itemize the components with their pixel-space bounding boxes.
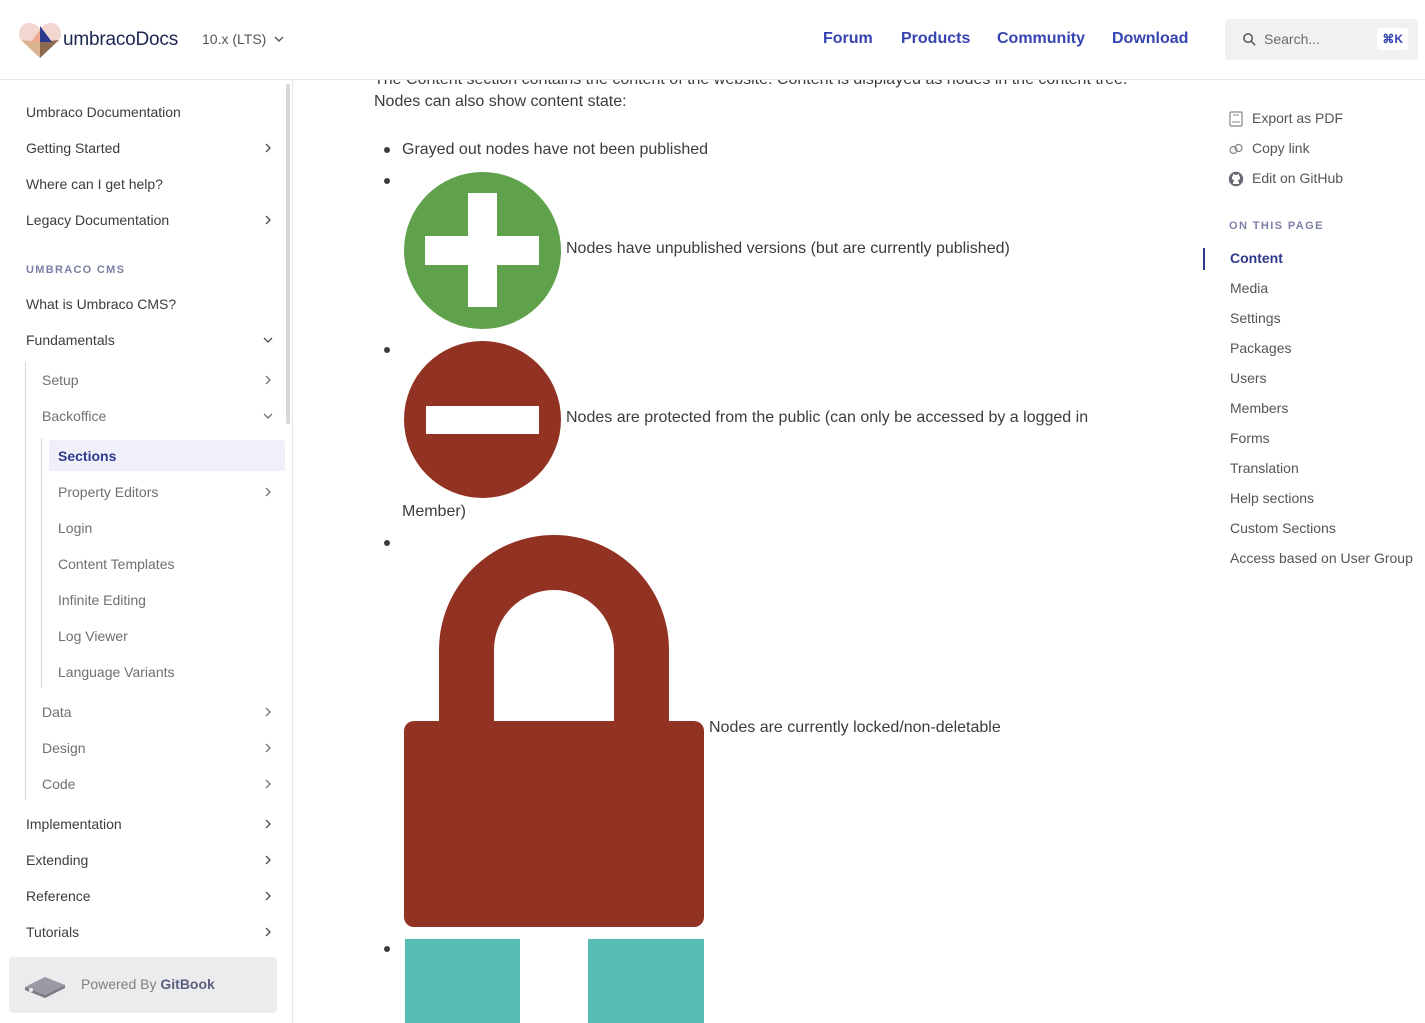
main-content: The Content section contains the content… <box>294 80 1194 1023</box>
powered-by-text: Powered By GitBook <box>81 976 215 992</box>
sidebar-item-design[interactable]: Design <box>42 740 86 756</box>
chevron-right-icon[interactable] <box>263 819 273 829</box>
powered-by-gitbook[interactable]: Powered By GitBook <box>9 957 277 1013</box>
intro-paragraph-line-2: Nodes can also show content state: <box>374 93 627 110</box>
tree-guide-line <box>25 362 26 800</box>
toc-item-access-user-group[interactable]: Access based on User Group <box>1230 550 1413 566</box>
chevron-right-icon[interactable] <box>263 927 273 937</box>
sidebar-item-umbraco-documentation[interactable]: Umbraco Documentation <box>26 104 181 120</box>
list-bullet <box>384 540 390 546</box>
toc-item-forms[interactable]: Forms <box>1230 430 1270 446</box>
chevron-right-icon[interactable] <box>263 215 273 225</box>
sidebar-item-legacy-docs[interactable]: Legacy Documentation <box>26 212 169 228</box>
powered-prefix: Powered By <box>81 976 157 992</box>
list-bullet <box>384 946 390 952</box>
protected-minus-icon <box>404 341 561 498</box>
sidebar-item-where-help[interactable]: Where can I get help? <box>26 176 163 192</box>
pdf-icon <box>1229 111 1243 127</box>
list-item-protected: Nodes are protected from the public (can… <box>566 409 1089 426</box>
sidebar-item-implementation[interactable]: Implementation <box>26 816 122 832</box>
toc-item-translation[interactable]: Translation <box>1230 460 1299 476</box>
toc-item-members[interactable]: Members <box>1230 400 1288 416</box>
edit-on-github-link[interactable]: Edit on GitHub <box>1252 170 1343 186</box>
nav-products[interactable]: Products <box>901 30 970 48</box>
sidebar-item-log-viewer[interactable]: Log Viewer <box>58 628 128 644</box>
search-placeholder: Search... <box>1264 31 1321 47</box>
chevron-down-icon[interactable] <box>263 335 273 345</box>
toc-item-custom-sections[interactable]: Custom Sections <box>1230 520 1336 536</box>
version-label: 10.x (LTS) <box>202 31 267 47</box>
toc-active-indicator <box>1203 248 1205 270</box>
sidebar-item-fundamentals[interactable]: Fundamentals <box>26 332 115 348</box>
list-item-grayed-out: Grayed out nodes have not been published <box>402 141 709 158</box>
powered-brand: GitBook <box>160 976 215 992</box>
export-pdf-link[interactable]: Export as PDF <box>1252 110 1343 126</box>
chevron-right-icon[interactable] <box>263 855 273 865</box>
top-header: umbracoDocs 10.x (LTS) Forum Products Co… <box>0 0 1425 80</box>
sidebar-item-sections[interactable]: Sections <box>58 448 116 464</box>
toc-item-users[interactable]: Users <box>1230 370 1267 386</box>
sidebar-item-extending[interactable]: Extending <box>26 852 88 868</box>
chevron-right-icon[interactable] <box>263 891 273 901</box>
nav-download[interactable]: Download <box>1112 30 1188 48</box>
umbraco-logo-icon[interactable] <box>18 20 62 60</box>
brand-name[interactable]: umbracoDocs <box>63 29 178 51</box>
version-selector[interactable]: 10.x (LTS) <box>202 31 284 47</box>
unpublished-versions-plus-icon <box>404 172 561 329</box>
sidebar-item-getting-started[interactable]: Getting Started <box>26 140 120 156</box>
copy-link[interactable]: Copy link <box>1252 140 1310 156</box>
sidebar-scrollbar[interactable] <box>286 84 290 424</box>
chevron-right-icon[interactable] <box>263 743 273 753</box>
sidebar-item-data[interactable]: Data <box>42 704 72 720</box>
github-icon <box>1228 171 1244 187</box>
chevron-down-icon <box>274 36 284 42</box>
chevron-right-icon[interactable] <box>263 707 273 717</box>
gitbook-icon <box>25 977 65 998</box>
list-item-locked: Nodes are currently locked/non-deletable <box>709 719 1001 736</box>
sidebar-item-tutorials[interactable]: Tutorials <box>26 924 79 940</box>
toc-item-settings[interactable]: Settings <box>1230 310 1281 326</box>
nav-community[interactable]: Community <box>997 30 1085 48</box>
sidebar-item-login[interactable]: Login <box>58 520 92 536</box>
sidebar-section-heading: UMBRACO CMS <box>26 264 126 276</box>
sidebar-item-content-templates[interactable]: Content Templates <box>58 556 174 572</box>
chevron-down-icon[interactable] <box>263 411 273 421</box>
search-icon <box>1243 33 1256 46</box>
toc-item-packages[interactable]: Packages <box>1230 340 1291 356</box>
search-shortcut: ⌘K <box>1377 28 1408 50</box>
chevron-right-icon[interactable] <box>263 779 273 789</box>
nav-forum[interactable]: Forum <box>823 30 873 48</box>
sidebar-item-infinite-editing[interactable]: Infinite Editing <box>58 592 146 608</box>
lock-icon <box>404 535 704 927</box>
list-item-unpublished-versions: Nodes have unpublished versions (but are… <box>566 240 1010 257</box>
sidebar-item-what-is-umbraco[interactable]: What is Umbraco CMS? <box>26 296 176 312</box>
sidebar-item-reference[interactable]: Reference <box>26 888 91 904</box>
sidebar-item-property-editors[interactable]: Property Editors <box>58 484 158 500</box>
list-item-protected-continued: Member) <box>402 503 467 520</box>
toc-item-help-sections[interactable]: Help sections <box>1230 490 1314 506</box>
list-bullet <box>384 178 390 184</box>
sidebar-item-code[interactable]: Code <box>42 776 75 792</box>
on-this-page-heading: ON THIS PAGE <box>1229 220 1324 232</box>
sidebar-item-backoffice[interactable]: Backoffice <box>42 408 106 424</box>
list-bullet <box>384 147 390 153</box>
link-icon <box>1229 143 1243 155</box>
search-input[interactable]: Search... ⌘K <box>1225 19 1418 60</box>
sidebar-item-language-variants[interactable]: Language Variants <box>58 664 175 680</box>
sidebar-item-setup[interactable]: Setup <box>42 372 79 388</box>
teal-state-icon <box>405 939 704 1023</box>
toc-item-media[interactable]: Media <box>1230 280 1268 296</box>
list-bullet <box>384 347 390 353</box>
chevron-right-icon[interactable] <box>263 143 273 153</box>
chevron-right-icon[interactable] <box>263 487 273 497</box>
chevron-right-icon[interactable] <box>263 375 273 385</box>
sidebar: Umbraco Documentation Getting Started Wh… <box>0 80 293 1023</box>
toc-item-content[interactable]: Content <box>1230 250 1283 266</box>
tree-guide-line <box>41 438 42 688</box>
